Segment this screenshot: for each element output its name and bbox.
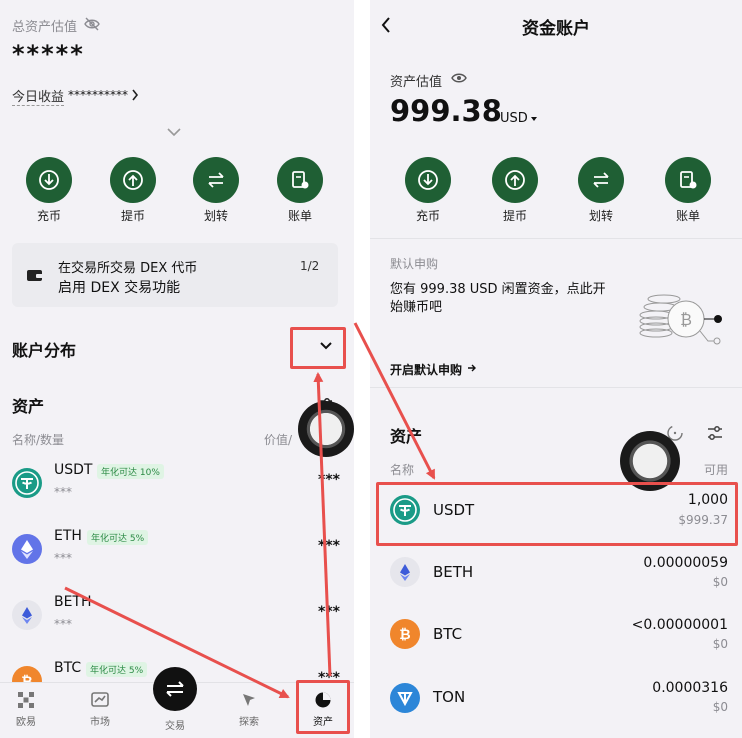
- arrow-to-assets-tab: [64, 586, 290, 699]
- annotation-arrows: [64, 322, 436, 699]
- arrow-to-usdt-row: [353, 322, 436, 480]
- arrow-to-expand: [313, 372, 332, 677]
